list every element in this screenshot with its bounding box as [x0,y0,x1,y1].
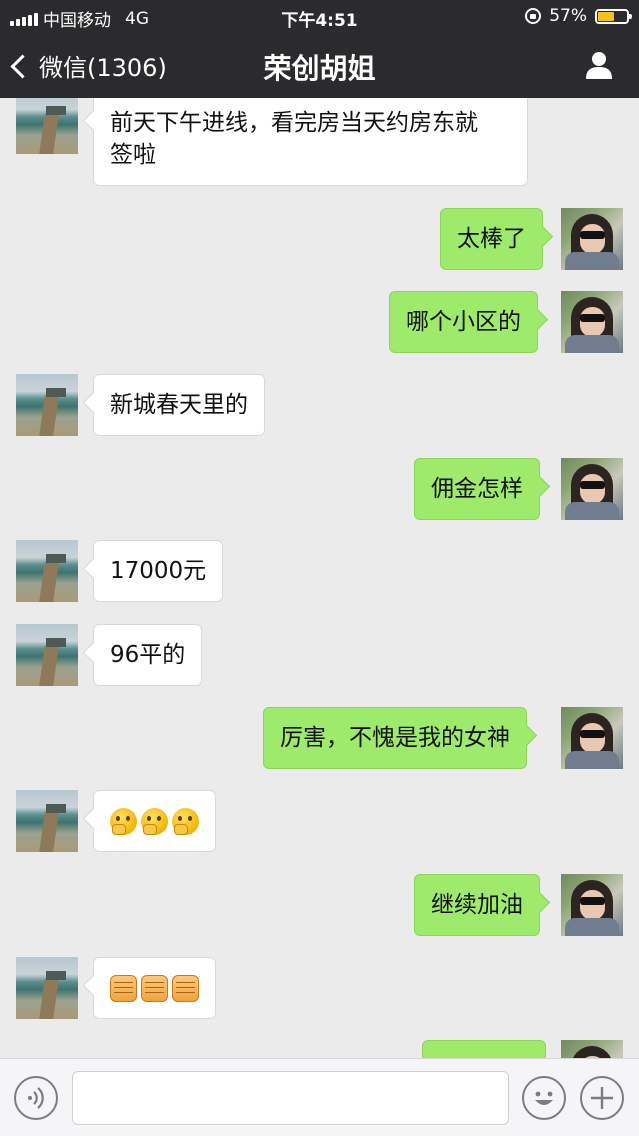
raised-fist-icon [172,975,199,1002]
chat-title: 荣创胡姐 [263,52,376,85]
my-avatar[interactable] [561,1040,623,1058]
my-avatar[interactable] [561,707,623,769]
message-bubble-outgoing[interactable]: 哪个小区的 [389,291,538,353]
message-bubble-incoming[interactable]: 新城春天里的 [93,374,265,436]
emoji-button[interactable] [522,1076,566,1120]
raised-fist-icon [141,975,168,1002]
plus-button[interactable] [580,1076,624,1120]
thinking-face-icon [110,808,137,835]
my-avatar[interactable] [561,458,623,520]
contact-avatar[interactable] [16,957,78,1019]
message-text: 佣金怎样 [431,476,523,502]
thinking-face-icon [141,808,168,835]
message-bubble-incoming[interactable] [93,957,216,1019]
battery-percent: 57% [549,6,587,26]
message-bubble-outgoing[interactable] [422,1040,546,1058]
message-text: 17000元 [110,558,207,584]
my-avatar[interactable] [561,208,623,270]
emoji-row [110,808,199,835]
emoji-face-icon [535,1091,553,1105]
message-bubble-outgoing[interactable]: 继续加油 [414,874,540,936]
message-text: 新城春天里的 [110,392,248,418]
message-bubble-incoming[interactable]: 96平的 [93,624,203,686]
message-text: 前天下午进线，看完房当天约房东就 签啦 [110,110,478,168]
message-bubble-incoming[interactable] [93,790,216,852]
message-bubble-outgoing[interactable]: 厉害，不愧是我的女神 [263,707,527,769]
message-text: 96平的 [110,642,186,668]
contact-avatar[interactable] [16,98,78,154]
input-bar [0,1058,639,1136]
message-text: 哪个小区的 [406,309,521,335]
battery-fill [598,11,614,21]
message-text: 厉害，不愧是我的女神 [280,725,510,751]
rotation-lock-icon [525,8,542,24]
message-input[interactable] [72,1071,509,1125]
message-list[interactable]: 前天下午进线，看完房当天约房东就 签啦 太棒了 哪个小区的 新城春天里的 佣金怎… [0,98,639,1058]
status-bar: 中国移动 4G 下午4:51 57% [0,0,639,34]
person-icon[interactable] [583,49,615,81]
contact-avatar[interactable] [16,624,78,686]
emoji-row [110,975,199,1002]
message-bubble-outgoing[interactable]: 佣金怎样 [414,458,540,520]
my-avatar[interactable] [561,291,623,353]
message-bubble-outgoing[interactable]: 太棒了 [440,208,543,270]
my-avatar[interactable] [561,874,623,936]
contact-avatar[interactable] [16,790,78,852]
thinking-face-icon [172,808,199,835]
contact-avatar[interactable] [16,374,78,436]
voice-button[interactable] [14,1076,58,1120]
message-bubble-incoming[interactable]: 前天下午进线，看完房当天约房东就 签啦 [93,98,528,186]
raised-fist-icon [110,975,137,1002]
voice-icon [28,1087,44,1109]
status-right: 57% [525,6,632,26]
message-bubble-incoming[interactable]: 17000元 [93,540,224,602]
message-text: 太棒了 [457,226,526,252]
nav-bar: 微信(1306) 荣创胡姐 [0,34,639,98]
message-text: 继续加油 [431,892,523,918]
contact-avatar[interactable] [16,540,78,602]
plus-icon [591,1087,613,1109]
battery-icon [595,8,632,24]
